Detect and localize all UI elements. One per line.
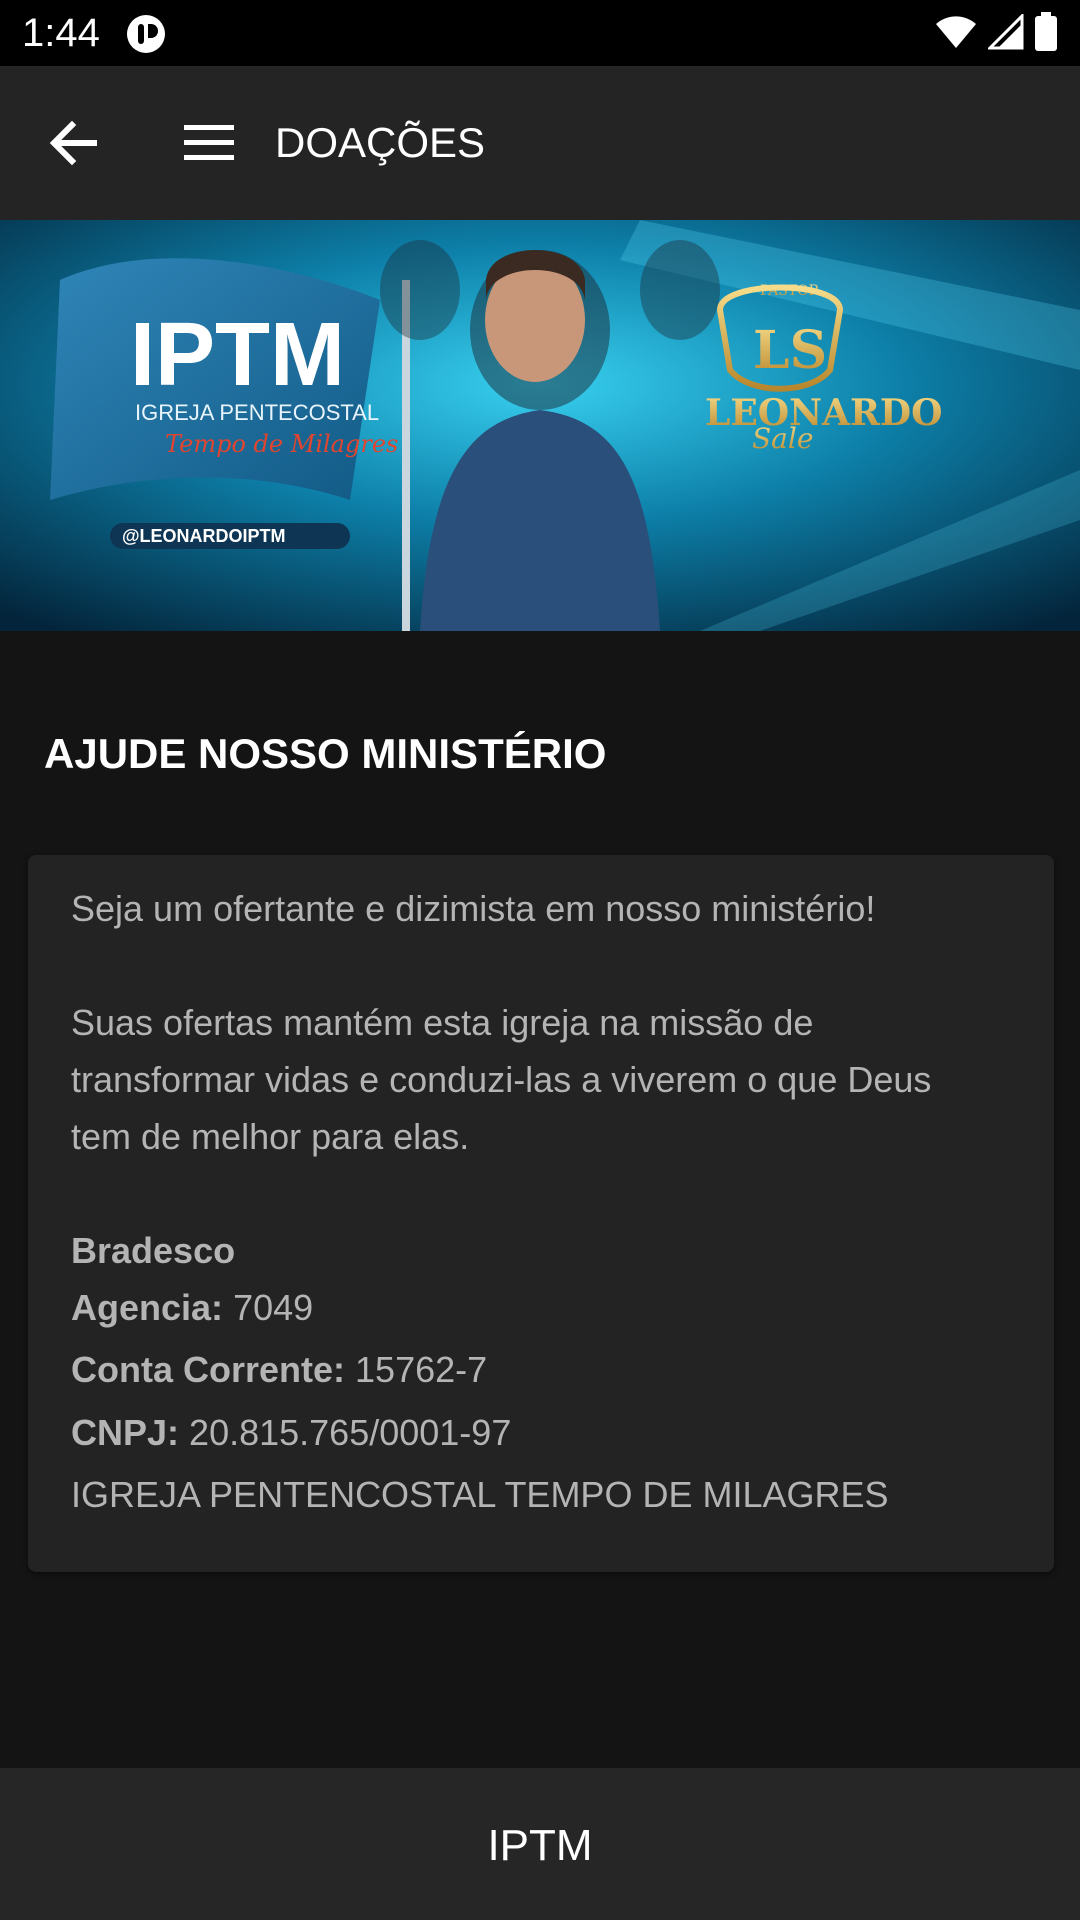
banner-church-logo: IPTM bbox=[130, 305, 345, 405]
agency-value: 7049 bbox=[233, 1287, 314, 1328]
section-heading: AJUDE NOSSO MINISTÉRIO bbox=[44, 730, 607, 777]
banner-church-subtitle: IGREJA PENTECOSTAL bbox=[135, 400, 379, 425]
wifi-icon bbox=[936, 16, 976, 48]
cnpj-value: 20.815.765/0001-97 bbox=[189, 1412, 512, 1453]
card-intro: Seja um ofertante e dizimista em nosso m… bbox=[71, 888, 876, 929]
bank-name: Bradesco bbox=[71, 1230, 236, 1271]
cnpj-row: CNPJ: 20.815.765/0001-97 bbox=[71, 1404, 511, 1461]
banner-image: IPTM IGREJA PENTECOSTAL Tempo de Milagre… bbox=[0, 220, 1080, 631]
hamburger-menu-icon[interactable] bbox=[180, 113, 240, 173]
agency-row: Agencia: 7049 bbox=[71, 1279, 313, 1336]
status-time: 1:44 bbox=[22, 11, 100, 55]
page-title: DOAÇÕES bbox=[275, 119, 486, 166]
battery-icon bbox=[1035, 12, 1057, 51]
banner-church-tagline: Tempo de Milagres bbox=[165, 430, 398, 458]
account-value: 15762-7 bbox=[355, 1349, 488, 1390]
organization-name: IGREJA PENTENCOSTAL TEMPO DE MILAGRES bbox=[71, 1474, 889, 1515]
card-paragraph-line: tem de melhor para elas. bbox=[71, 1116, 470, 1157]
toolbar: DOAÇÕES bbox=[0, 66, 1080, 220]
donation-info-card: Seja um ofertante e dizimista em nosso m… bbox=[28, 855, 1054, 1572]
app-notification-icon bbox=[127, 15, 165, 53]
svg-text:LS: LS bbox=[753, 320, 827, 381]
status-bar: 1:44 bbox=[0, 0, 1080, 66]
cnpj-label: CNPJ: bbox=[71, 1412, 180, 1453]
account-row: Conta Corrente: 15762-7 bbox=[71, 1341, 487, 1398]
svg-text:LEONARDO: LEONARDO bbox=[705, 392, 942, 434]
arrow-back-icon[interactable] bbox=[44, 113, 104, 173]
bottom-bar: IPTM bbox=[0, 1768, 1080, 1920]
card-paragraph-line: Suas ofertas mantém esta igreja na missã… bbox=[71, 1002, 814, 1043]
account-label: Conta Corrente: bbox=[71, 1349, 346, 1390]
svg-text:Sale: Sale bbox=[752, 422, 813, 455]
agency-label: Agencia: bbox=[71, 1287, 224, 1328]
banner-social-handle: @LEONARDOIPTM bbox=[122, 526, 286, 546]
cell-signal-icon bbox=[988, 14, 1024, 50]
card-paragraph-line: transformar vidas e conduzi-las a vivere… bbox=[71, 1059, 932, 1100]
status-icons bbox=[934, 12, 1058, 52]
bottom-bar-title: IPTM bbox=[487, 1821, 593, 1870]
